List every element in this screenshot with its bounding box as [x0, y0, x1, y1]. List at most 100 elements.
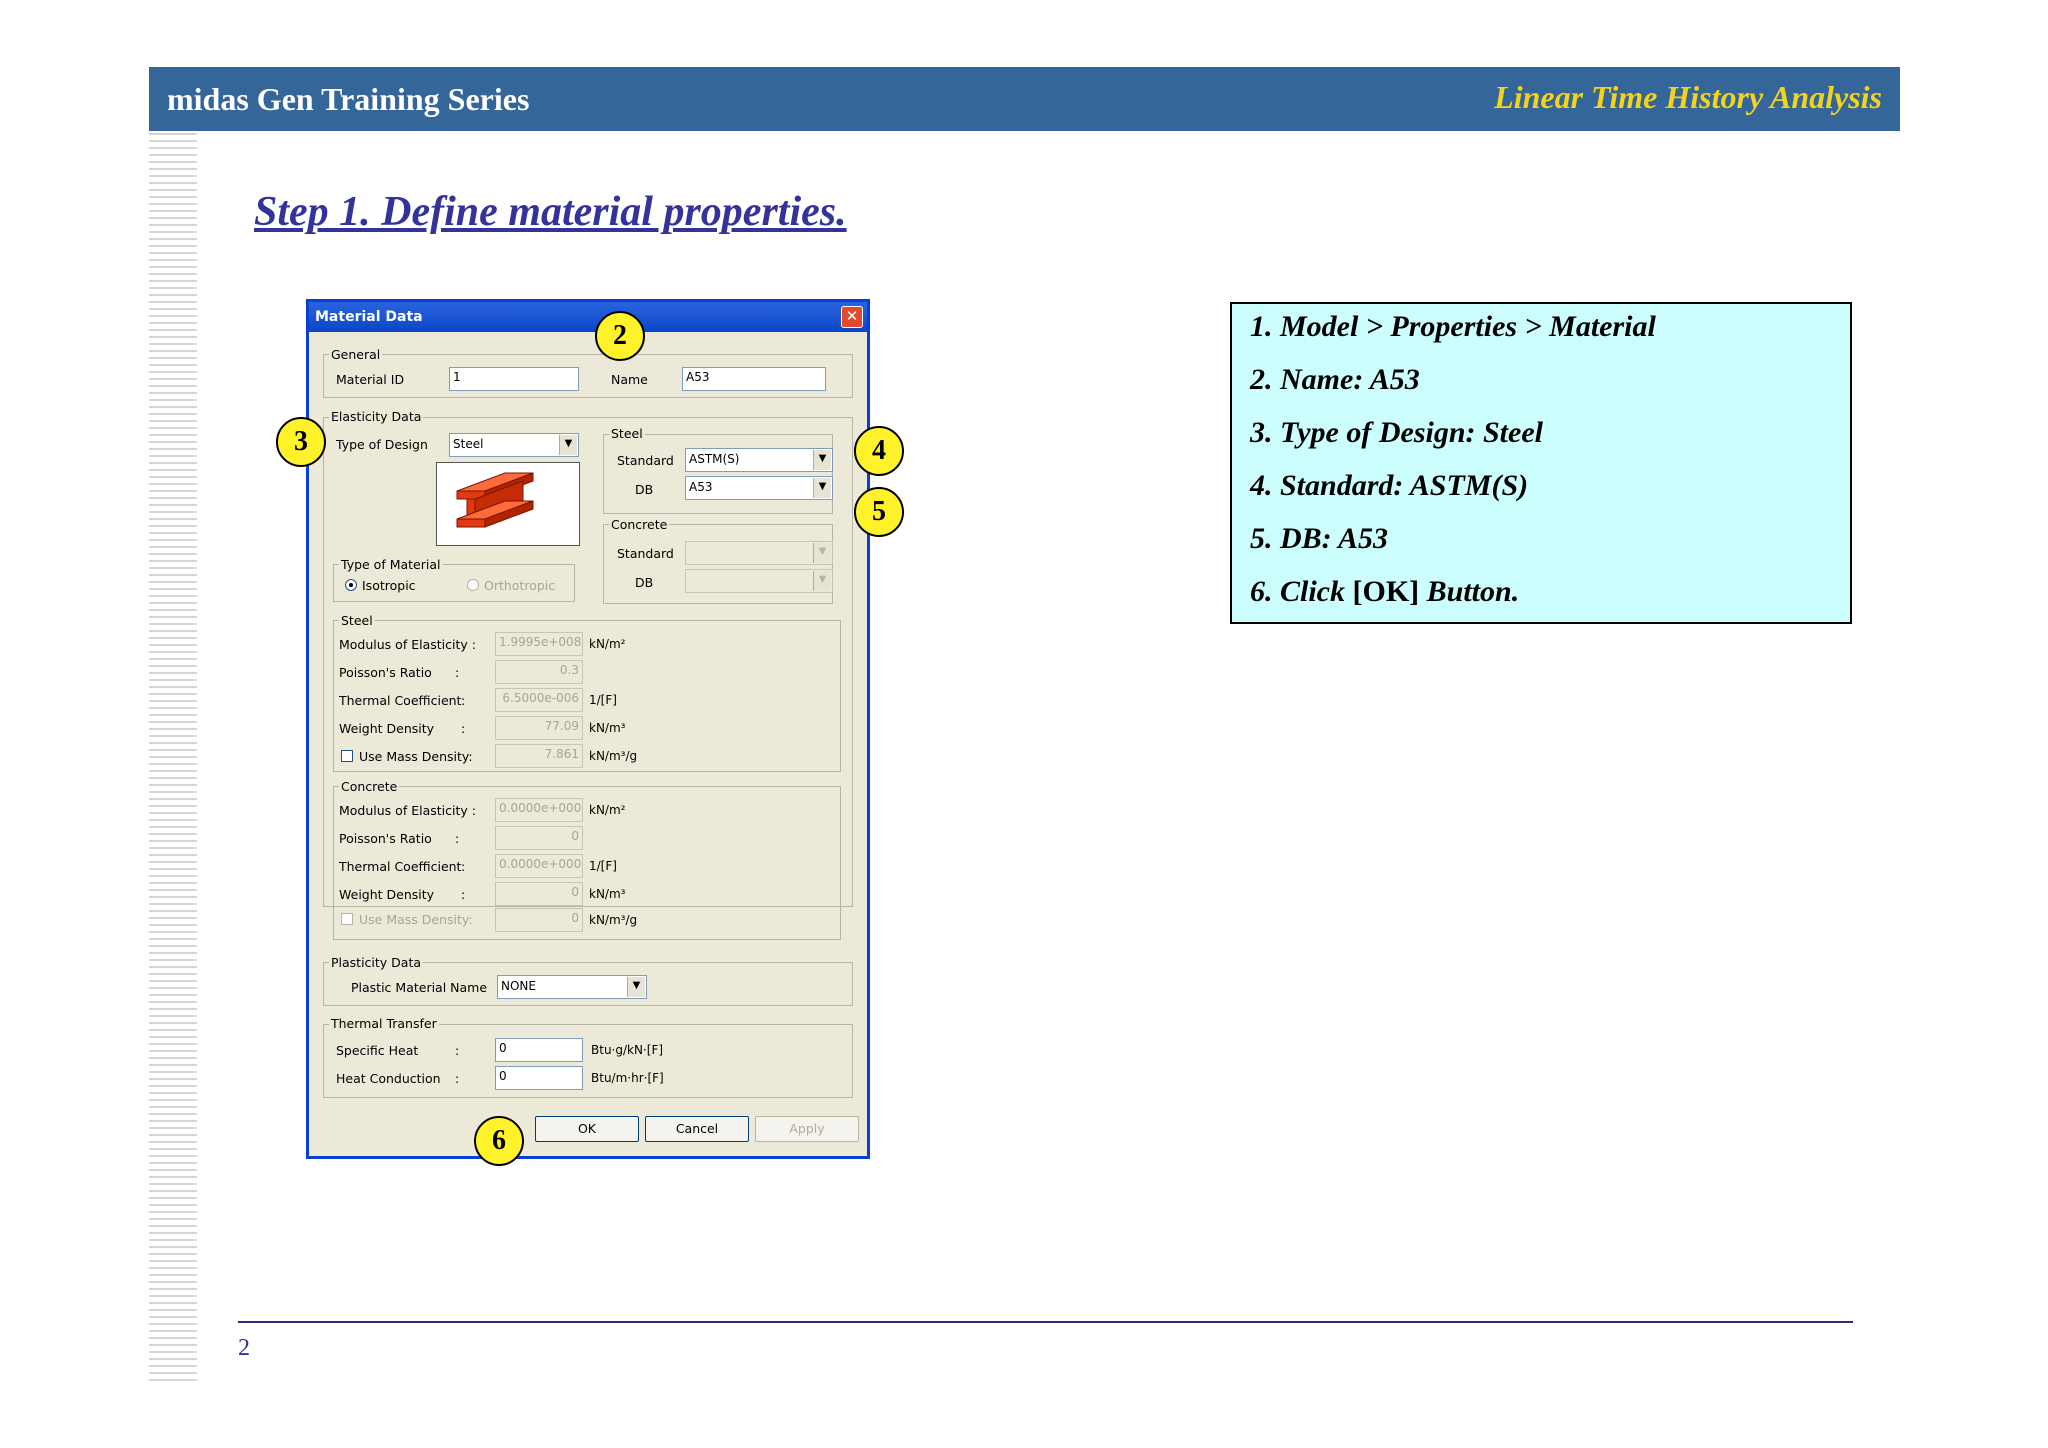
concrete-thermal-field[interactable]: 0.0000e+000: [495, 854, 583, 878]
orthotropic-label: Orthotropic: [484, 578, 556, 593]
standard-select[interactable]: ASTM(S) ▼: [685, 448, 833, 472]
elasticity-group-label: Elasticity Data: [329, 409, 424, 424]
chevron-down-icon[interactable]: ▼: [813, 478, 831, 498]
concrete-mass-density-unit: kN/m³/g: [589, 913, 638, 927]
isotropic-radio[interactable]: [345, 579, 357, 591]
instruction-6-pre: 6. Click: [1250, 575, 1353, 608]
instruction-6-post: Button.: [1419, 575, 1520, 608]
steel-thermal-unit: 1/[F]: [589, 693, 617, 707]
concrete-modulus-label: Modulus of Elasticity :: [339, 803, 476, 818]
concrete-modulus-field[interactable]: 0.0000e+000: [495, 798, 583, 822]
type-of-design-select[interactable]: Steel ▼: [449, 433, 579, 457]
steel-modulus-label: Modulus of Elasticity :: [339, 637, 476, 652]
concrete-db-label: DB: [635, 575, 654, 590]
steel-weight-field[interactable]: 77.09: [495, 716, 583, 740]
close-icon[interactable]: ✕: [841, 306, 863, 328]
specific-heat-field[interactable]: 0: [495, 1038, 583, 1062]
instruction-4: 4. Standard: ASTM(S): [1250, 469, 1529, 502]
type-of-material-label: Type of Material: [339, 557, 443, 572]
concrete-weight-field[interactable]: 0: [495, 882, 583, 906]
db-value: A53: [689, 480, 713, 494]
steel-mass-density-checkbox[interactable]: [341, 750, 353, 762]
steel-weight-unit: kN/m³: [589, 721, 626, 735]
concrete-standard-label: Standard: [617, 546, 674, 561]
dialog-title: Material Data: [315, 309, 423, 325]
orthotropic-radio[interactable]: [467, 579, 479, 591]
steel-weight-label: Weight Density: [339, 721, 435, 736]
series-title: midas Gen Training Series: [167, 81, 530, 117]
material-id-label: Material ID: [336, 372, 405, 387]
general-group-label: General: [329, 347, 383, 362]
steel-thermal-colon: :: [461, 693, 466, 708]
steel-poisson-field[interactable]: 0.3: [495, 660, 583, 684]
concrete-poisson-field[interactable]: 0: [495, 826, 583, 850]
steel-thermal-label: Thermal Coefficient: [339, 693, 462, 708]
specific-heat-label: Specific Heat: [336, 1043, 419, 1058]
thermal-transfer-label: Thermal Transfer: [329, 1016, 439, 1031]
steel-mass-density-unit: kN/m³/g: [589, 749, 638, 763]
concrete-standard-select[interactable]: ▼: [685, 541, 833, 565]
steel-standard-group: [603, 434, 833, 514]
concrete-mass-density-checkbox[interactable]: [341, 913, 353, 925]
page-number: 2: [238, 1335, 250, 1361]
chevron-down-icon[interactable]: ▼: [813, 543, 831, 563]
steel-mass-density-field[interactable]: 7.861: [495, 744, 583, 768]
cancel-button[interactable]: Cancel: [645, 1116, 749, 1142]
callout-2: 2: [595, 311, 645, 361]
instruction-5: 5. DB: A53: [1250, 522, 1389, 555]
concrete-weight-label: Weight Density: [339, 887, 435, 902]
concrete-thermal-unit: 1/[F]: [589, 859, 617, 873]
steel-poisson-colon: :: [455, 665, 460, 680]
instruction-6-ok: [OK]: [1352, 575, 1420, 608]
dialog-titlebar[interactable]: Material Data ✕: [309, 302, 867, 332]
callout-5: 5: [854, 487, 904, 537]
chevron-down-icon[interactable]: ▼: [813, 450, 831, 470]
material-id-field[interactable]: 1: [449, 367, 579, 391]
plastic-material-name-value: NONE: [501, 979, 536, 993]
concrete-thermal-label: Thermal Coefficient: [339, 859, 462, 874]
concrete-mass-density-field[interactable]: 0: [495, 908, 583, 932]
concrete-db-select[interactable]: ▼: [685, 569, 833, 593]
callout-3: 3: [276, 417, 326, 467]
concrete-modulus-unit: kN/m²: [589, 803, 626, 817]
concrete-standard-group-label: Concrete: [609, 517, 670, 532]
name-field[interactable]: A53: [682, 367, 826, 391]
type-of-design-value: Steel: [453, 437, 484, 451]
name-label: Name: [611, 372, 648, 387]
plastic-material-name-select[interactable]: NONE ▼: [497, 975, 647, 999]
heat-conduction-label: Heat Conduction: [336, 1071, 441, 1086]
isotropic-label: Isotropic: [362, 578, 416, 593]
footer-divider: [238, 1321, 1853, 1323]
heat-conduction-unit: Btu/m·hr·[F]: [591, 1071, 664, 1085]
chevron-down-icon[interactable]: ▼: [813, 571, 831, 591]
chevron-down-icon[interactable]: ▼: [559, 435, 577, 455]
apply-button[interactable]: Apply: [755, 1116, 859, 1142]
concrete-poisson-label: Poisson's Ratio: [339, 831, 432, 846]
material-data-dialog: Material Data ✕ General Material ID 1 Na…: [306, 299, 870, 1159]
callout-6: 6: [474, 1116, 524, 1166]
decorative-stripes: [149, 133, 197, 1383]
chevron-down-icon[interactable]: ▼: [627, 977, 645, 997]
steel-standard-group-label: Steel: [609, 426, 645, 441]
specific-heat-colon: :: [455, 1043, 460, 1058]
concrete-mass-density-label: Use Mass Density:: [359, 912, 473, 927]
topic-title: Linear Time History Analysis: [1494, 79, 1882, 115]
instruction-1: 1. Model > Properties > Material: [1250, 310, 1656, 343]
steel-properties-label: Steel: [339, 613, 375, 628]
db-select[interactable]: A53 ▼: [685, 476, 833, 500]
thermal-transfer-group: [323, 1024, 853, 1098]
standard-label: Standard: [617, 453, 674, 468]
concrete-properties-label: Concrete: [339, 779, 400, 794]
concrete-weight-unit: kN/m³: [589, 887, 626, 901]
type-of-design-label: Type of Design: [336, 437, 428, 452]
instruction-3: 3. Type of Design: Steel: [1250, 416, 1543, 449]
instructions-box: 1. Model > Properties > Material 2. Name…: [1230, 302, 1852, 624]
specific-heat-unit: Btu·g/kN·[F]: [591, 1043, 664, 1057]
steel-thermal-field[interactable]: 6.5000e-006: [495, 688, 583, 712]
slide-header: midas Gen Training Series Linear Time Hi…: [149, 67, 1900, 131]
heat-conduction-field[interactable]: 0: [495, 1066, 583, 1090]
steel-modulus-unit: kN/m²: [589, 637, 626, 651]
steel-modulus-field[interactable]: 1.9995e+008: [495, 632, 583, 656]
ok-button[interactable]: OK: [535, 1116, 639, 1142]
concrete-thermal-colon: :: [461, 859, 466, 874]
